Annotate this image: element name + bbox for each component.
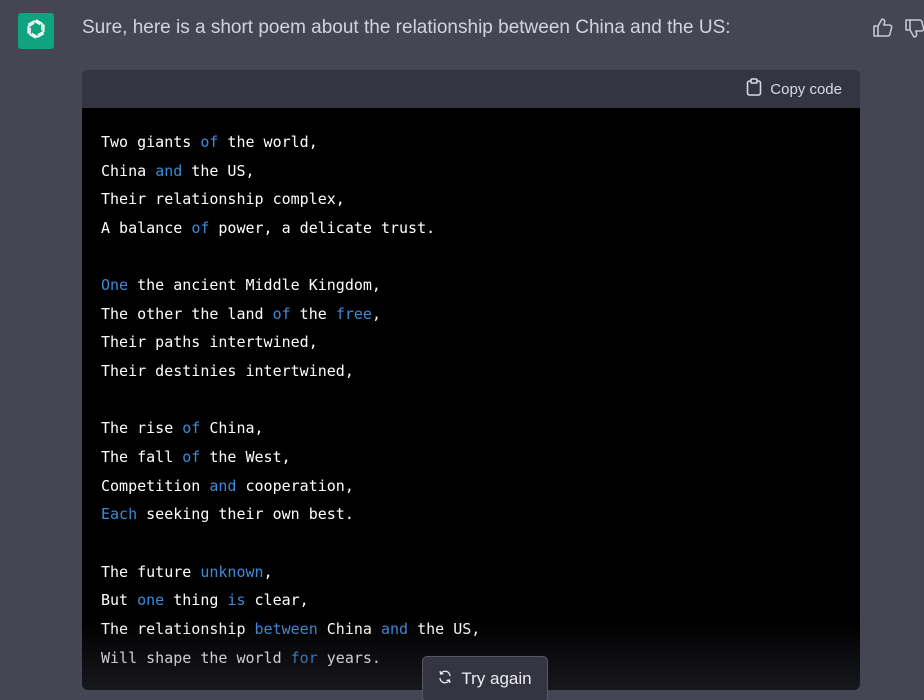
code-text: the US, bbox=[408, 619, 481, 638]
code-text: Their destinies intertwined, bbox=[101, 362, 354, 381]
code-keyword: Each bbox=[101, 505, 138, 524]
code-keyword: of bbox=[182, 448, 201, 467]
code-keyword: for bbox=[290, 648, 318, 667]
code-text: The other the land bbox=[101, 304, 273, 323]
code-text: Competition bbox=[101, 476, 210, 495]
code-line: A balance of power, a delicate trust. bbox=[101, 214, 841, 243]
code-keyword: and bbox=[155, 161, 183, 180]
code-keyword: of bbox=[200, 133, 219, 151]
code-text: China bbox=[101, 161, 156, 180]
code-keyword: of bbox=[272, 304, 291, 323]
code-text: The future bbox=[101, 562, 201, 581]
code-line: Their destinies intertwined, bbox=[101, 357, 841, 386]
try-again-label: Try again bbox=[461, 669, 532, 688]
refresh-icon bbox=[438, 669, 452, 689]
message-text: Sure, here is a short poem about the rel… bbox=[82, 17, 731, 38]
code-keyword: one bbox=[137, 591, 165, 610]
code-keyword: One bbox=[101, 276, 129, 295]
clipboard-icon bbox=[746, 78, 762, 100]
code-line: The relationship between China and the U… bbox=[101, 615, 841, 644]
code-text: A balance bbox=[101, 218, 192, 237]
feedback-buttons bbox=[872, 16, 924, 40]
code-text: China bbox=[317, 619, 381, 638]
code-line: Two giants of the world, bbox=[101, 128, 841, 157]
code-line: One the ancient Middle Kingdom, bbox=[101, 271, 841, 300]
code-keyword: unknown bbox=[200, 562, 264, 581]
code-text: But bbox=[101, 591, 138, 610]
code-line: But one thing is clear, bbox=[101, 586, 841, 615]
code-keyword: of bbox=[191, 218, 210, 237]
code-content: Two giants of the world, China and the US… bbox=[82, 108, 860, 672]
code-text: The rise bbox=[101, 419, 183, 438]
code-text: , bbox=[371, 304, 381, 323]
code-line: Their paths intertwined, bbox=[101, 328, 841, 357]
code-text: the world, bbox=[218, 133, 318, 151]
code-text: The relationship bbox=[101, 619, 255, 638]
code-text: years. bbox=[317, 648, 381, 667]
code-line: The future unknown, bbox=[101, 558, 841, 587]
code-text: the bbox=[290, 304, 336, 323]
code-text: thing bbox=[164, 591, 228, 610]
code-text: The fall bbox=[101, 448, 183, 467]
code-keyword: between bbox=[254, 619, 318, 638]
copy-code-label: Copy code bbox=[770, 80, 842, 98]
code-text: Their paths intertwined, bbox=[101, 333, 318, 352]
code-keyword: and bbox=[380, 619, 409, 638]
code-text: cooperation, bbox=[236, 476, 354, 495]
code-text: , bbox=[263, 562, 273, 581]
code-keyword: is bbox=[227, 591, 246, 610]
code-text: Their relationship complex, bbox=[101, 190, 345, 209]
code-text: clear, bbox=[245, 591, 309, 610]
code-text: Will shape the world bbox=[101, 648, 291, 667]
code-line: The other the land of the free, bbox=[101, 300, 841, 329]
code-text: the US, bbox=[182, 161, 255, 180]
code-block-header: Copy code bbox=[82, 70, 860, 108]
code-text: Two giants bbox=[101, 133, 201, 151]
code-text: power, a delicate trust. bbox=[209, 218, 436, 237]
code-line: The rise of China, bbox=[101, 414, 841, 443]
code-line: Their relationship complex, bbox=[101, 185, 841, 214]
thumbs-down-icon[interactable] bbox=[904, 16, 924, 40]
assistant-avatar bbox=[18, 13, 54, 49]
copy-code-button[interactable]: Copy code bbox=[746, 78, 842, 100]
code-text: the ancient Middle Kingdom, bbox=[128, 276, 381, 295]
code-text: the West, bbox=[200, 448, 291, 467]
code-keyword: and bbox=[209, 476, 237, 495]
try-again-button[interactable]: Try again bbox=[422, 656, 548, 700]
chat-message: Sure, here is a short poem about the rel… bbox=[0, 0, 924, 700]
code-text: seeking their own best. bbox=[137, 505, 354, 524]
code-keyword: free bbox=[335, 304, 372, 323]
code-keyword: of bbox=[182, 419, 201, 438]
code-block: Copy code Two giants of the world, China … bbox=[82, 70, 860, 690]
code-line: Each seeking their own best. bbox=[101, 500, 841, 529]
code-line: The fall of the West, bbox=[101, 443, 841, 472]
thumbs-up-icon[interactable] bbox=[872, 16, 894, 40]
code-text: China, bbox=[200, 419, 264, 438]
openai-logo-icon bbox=[24, 17, 48, 46]
code-line: China and the US, bbox=[101, 157, 841, 186]
code-line: Competition and cooperation, bbox=[101, 472, 841, 501]
